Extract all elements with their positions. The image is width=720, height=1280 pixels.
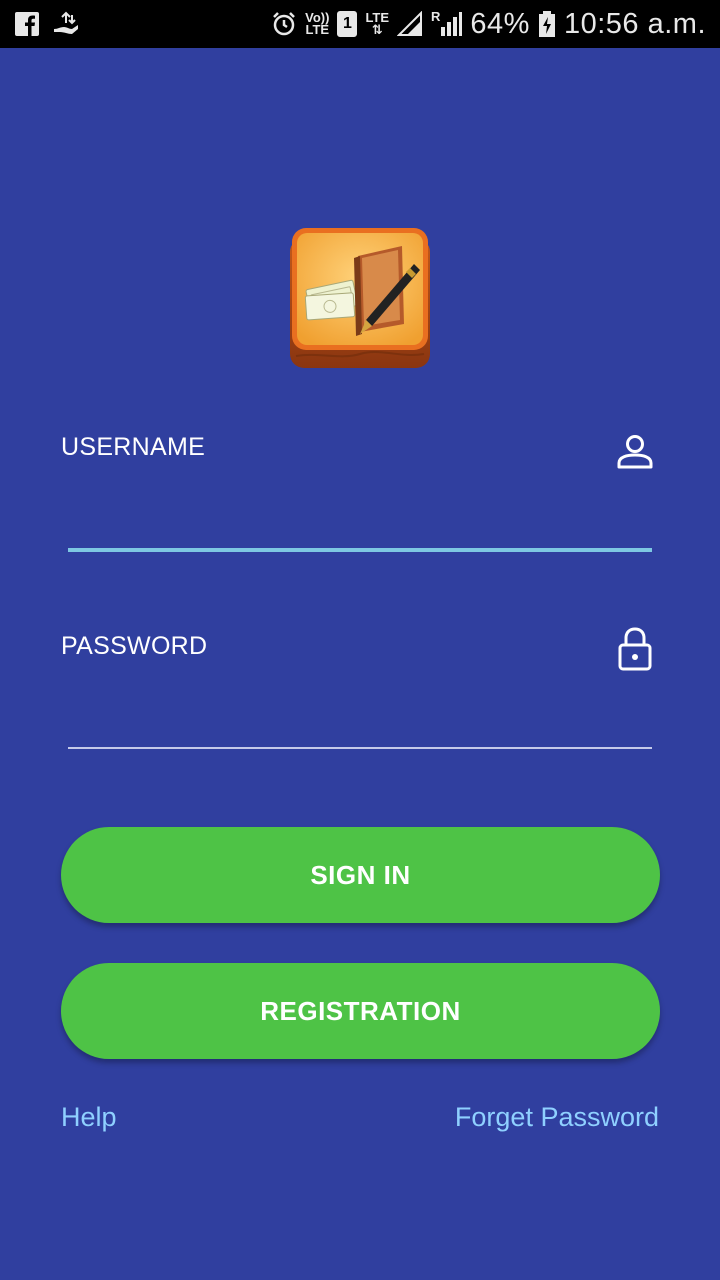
- battery-charging-icon: [538, 11, 555, 37]
- password-input[interactable]: [68, 694, 652, 742]
- sign-in-button[interactable]: SIGN IN: [61, 827, 660, 923]
- username-label: USERNAME: [61, 433, 206, 461]
- battery-percent: 64%: [470, 7, 530, 40]
- alarm-icon: [273, 12, 296, 36]
- lock-icon: [618, 627, 652, 671]
- person-icon: [617, 435, 653, 469]
- password-underline: [68, 747, 652, 749]
- status-bar-left: [14, 11, 80, 37]
- volte-icon: Vo)) LTE: [305, 10, 330, 37]
- username-underline: [68, 548, 652, 552]
- signal-strength-icon: [397, 11, 423, 36]
- sim-slot-icon: 1: [337, 11, 358, 37]
- password-label: PASSWORD: [61, 632, 208, 660]
- roaming-signal-icon: R: [431, 10, 463, 37]
- lte-data-icon: LTE ⇅: [365, 10, 390, 37]
- status-bar: Vo)) LTE 1 LTE ⇅ R 64% 10:56 a.m.: [0, 0, 720, 48]
- forget-password-link[interactable]: Forget Password: [455, 1102, 659, 1133]
- help-link[interactable]: Help: [61, 1102, 117, 1133]
- facebook-notification-icon: [15, 12, 39, 36]
- app-logo-icon: [290, 228, 430, 368]
- roaming-bars-icon: [441, 12, 463, 36]
- status-bar-right: Vo)) LTE 1 LTE ⇅ R 64% 10:56 a.m.: [271, 8, 706, 41]
- clock: 10:56 a.m.: [563, 7, 706, 40]
- registration-button[interactable]: REGISTRATION: [61, 963, 660, 1059]
- money-transfer-icon: [54, 11, 78, 34]
- username-input[interactable]: [68, 496, 652, 544]
